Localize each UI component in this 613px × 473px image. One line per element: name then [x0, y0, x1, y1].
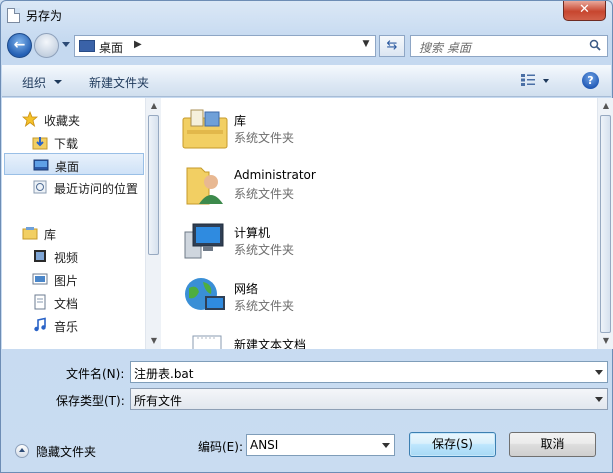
- music-icon: [34, 317, 46, 332]
- nav-item-documents[interactable]: 文档: [2, 291, 145, 313]
- nav-item-label: 音乐: [54, 320, 79, 334]
- chevron-down-icon[interactable]: ▼: [359, 39, 373, 53]
- encoding-label: 编码(E):: [198, 440, 243, 454]
- recent-locations-icon[interactable]: [62, 42, 70, 47]
- recent-places-icon: [33, 180, 47, 194]
- file-type: 系统文件夹: [234, 243, 295, 257]
- notepad-icon: [7, 8, 20, 23]
- title-bar: 另存为 ✕: [1, 1, 612, 29]
- nav-item-desktop[interactable]: 桌面: [4, 153, 144, 175]
- scroll-down-icon[interactable]: ▼: [598, 333, 613, 349]
- help-button[interactable]: ?: [582, 72, 599, 89]
- chevron-down-icon[interactable]: [595, 370, 603, 375]
- hide-folders-button[interactable]: 隐藏文件夹: [36, 443, 96, 460]
- chevron-down-icon[interactable]: [382, 443, 390, 448]
- file-name: Administrator: [234, 168, 316, 182]
- desktop-icon: [33, 159, 49, 171]
- navigation-pane: 收藏夹 下载 桌面 最近访问的位置 库 视频 图片 文档 音乐: [2, 98, 161, 349]
- view-options-icon[interactable]: [520, 73, 536, 87]
- file-name: 库: [234, 114, 247, 128]
- desktop-icon: [79, 40, 95, 52]
- organize-button[interactable]: 组织: [22, 74, 46, 91]
- scroll-down-icon[interactable]: ▼: [146, 333, 162, 349]
- address-location[interactable]: 桌面: [99, 39, 123, 56]
- nav-item-label: 下载: [54, 137, 79, 151]
- list-item[interactable]: 新建文本文档: [161, 322, 591, 349]
- document-icon: [34, 294, 46, 310]
- forward-button[interactable]: [34, 33, 59, 58]
- refresh-button[interactable]: ⇆: [379, 35, 405, 57]
- list-item[interactable]: 网络 系统文件夹: [161, 266, 591, 322]
- text-document-icon: [192, 335, 222, 349]
- file-type: 系统文件夹: [234, 187, 295, 201]
- filename-value[interactable]: 注册表.bat: [134, 365, 194, 382]
- cancel-button[interactable]: 取消: [509, 432, 596, 457]
- video-icon: [34, 250, 46, 262]
- nav-item-label: 图片: [54, 274, 79, 288]
- download-folder-icon: [32, 137, 48, 150]
- nav-item-label: 文档: [54, 297, 79, 311]
- list-item[interactable]: 库 系统文件夹: [161, 98, 591, 154]
- chevron-down-icon[interactable]: [595, 397, 603, 402]
- picture-icon: [32, 273, 48, 285]
- chevron-right-icon[interactable]: ▶: [134, 39, 142, 50]
- list-item[interactable]: 计算机 系统文件夹: [161, 210, 591, 266]
- address-bar[interactable]: 桌面 ▶ ▼: [74, 35, 376, 57]
- file-name: 计算机: [234, 226, 271, 240]
- navigation-bar: ← 桌面 ▶ ▼ ⇆ 搜索 桌面: [1, 29, 612, 65]
- file-type: 系统文件夹: [234, 131, 295, 145]
- nav-item-recent-places[interactable]: 最近访问的位置: [2, 176, 145, 198]
- save-as-dialog: 另存为 ✕ ← 桌面 ▶ ▼ ⇆ 搜索 桌面 组织 新建文件夹 ? 收藏夹 下载…: [0, 0, 613, 473]
- nav-item-videos[interactable]: 视频: [2, 245, 145, 267]
- library-icon: [182, 109, 228, 149]
- search-placeholder: 搜索 桌面: [419, 41, 471, 55]
- filetype-value: 所有文件: [134, 394, 183, 408]
- scrollbar-thumb[interactable]: [148, 115, 159, 255]
- file-name: 网络: [234, 282, 259, 296]
- save-button[interactable]: 保存(S): [409, 432, 496, 457]
- library-icon: [22, 227, 38, 240]
- nav-item-label: 视频: [54, 251, 79, 265]
- window-title: 另存为: [26, 9, 63, 23]
- network-icon: [185, 278, 225, 310]
- new-folder-button[interactable]: 新建文件夹: [89, 74, 149, 91]
- chevron-down-icon[interactable]: [54, 80, 62, 84]
- user-folder-icon: [186, 167, 223, 205]
- nav-item-pictures[interactable]: 图片: [2, 268, 145, 290]
- computer-icon: [184, 223, 224, 259]
- nav-item-label: 最近访问的位置: [54, 182, 139, 196]
- scroll-up-icon[interactable]: ▲: [598, 98, 613, 114]
- encoding-select[interactable]: ANSI: [246, 434, 395, 456]
- nav-item-label: 收藏夹: [44, 114, 81, 128]
- filetype-label: 保存类型(T):: [56, 394, 125, 408]
- nav-item-music[interactable]: 音乐: [2, 314, 145, 336]
- nav-item-label: 桌面: [55, 160, 80, 174]
- file-list-scrollbar[interactable]: ▲ ▼: [597, 98, 613, 349]
- filename-label: 文件名(N):: [66, 367, 125, 381]
- back-button[interactable]: ←: [7, 33, 32, 58]
- scrollbar-thumb[interactable]: [600, 115, 611, 333]
- chevron-down-icon[interactable]: [543, 79, 549, 83]
- file-type: 系统文件夹: [234, 299, 295, 313]
- star-icon: [22, 111, 38, 127]
- filetype-select[interactable]: 所有文件: [130, 388, 608, 410]
- nav-item-downloads[interactable]: 下载: [2, 131, 145, 153]
- encoding-value: ANSI: [250, 438, 279, 452]
- scroll-up-icon[interactable]: ▲: [146, 98, 162, 114]
- nav-item-favorites[interactable]: 收藏夹: [2, 108, 145, 130]
- nav-item-label: 库: [44, 228, 57, 242]
- close-button[interactable]: ✕: [563, 1, 606, 21]
- search-icon: [589, 39, 601, 51]
- nav-pane-scrollbar[interactable]: ▲ ▼: [145, 98, 161, 349]
- filename-field[interactable]: 注册表.bat: [130, 361, 608, 383]
- file-list: 库 系统文件夹 Administrator 系统文件夹 计算机 系统文件夹 网络…: [161, 98, 597, 349]
- command-bar: 组织 新建文件夹 ?: [2, 65, 611, 97]
- hide-folders-icon[interactable]: [15, 444, 29, 458]
- nav-item-libraries[interactable]: 库: [2, 222, 145, 244]
- list-item[interactable]: Administrator 系统文件夹: [161, 154, 591, 210]
- search-input[interactable]: 搜索 桌面: [410, 35, 608, 57]
- file-name: 新建文本文档: [234, 338, 307, 349]
